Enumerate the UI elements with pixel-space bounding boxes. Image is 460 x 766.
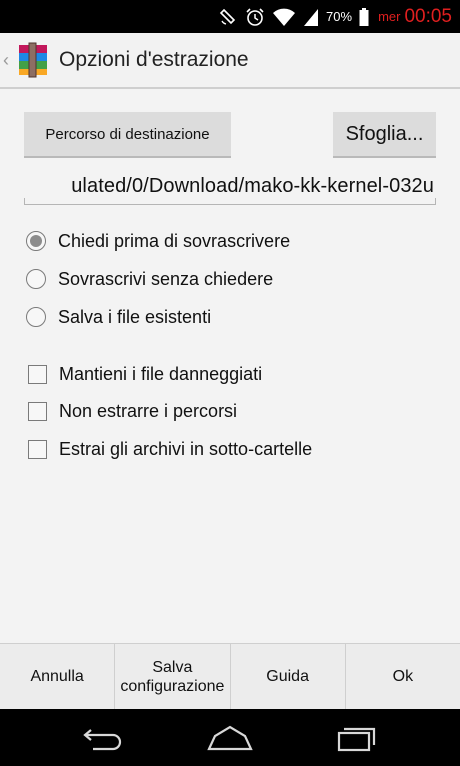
status-day: mer xyxy=(378,9,401,24)
radio-label: Chiedi prima di sovrascrivere xyxy=(58,230,291,251)
ok-button[interactable]: Ok xyxy=(346,644,460,709)
field-underline-left xyxy=(24,198,25,204)
destination-path-input[interactable]: ulated/0/Download/mako-kk-kernel-032u xyxy=(24,173,436,205)
status-time: 00:05 xyxy=(404,5,452,27)
help-button[interactable]: Guida xyxy=(231,644,346,709)
save-configuration-line1: Salva xyxy=(152,658,193,676)
winrar-archive-icon[interactable] xyxy=(13,41,51,79)
checkbox[interactable] xyxy=(28,364,47,384)
field-underline-right xyxy=(435,198,436,204)
checkbox-do-not-extract-paths[interactable]: Non estrarre i percorsi xyxy=(26,397,237,425)
cancel-button[interactable]: Annulla xyxy=(0,644,116,709)
battery-percent: 70% xyxy=(326,9,353,24)
save-configuration-label: Salva configurazione xyxy=(120,658,224,696)
radio-label: Sovrascrivi senza chiedere xyxy=(58,268,274,289)
back-icon[interactable] xyxy=(73,718,133,758)
up-caret-icon[interactable]: ‹ xyxy=(3,50,13,71)
checkbox-keep-broken-files[interactable]: Mantieni i file danneggiati xyxy=(26,360,262,388)
checkbox[interactable] xyxy=(28,401,47,421)
home-icon[interactable] xyxy=(200,718,260,758)
checkbox-label: Mantieni i file danneggiati xyxy=(59,363,263,384)
action-bar: ‹ Opzioni d'estrazione xyxy=(0,33,460,89)
radio-button[interactable] xyxy=(26,231,46,251)
radio-label: Salva i file esistenti xyxy=(58,306,212,327)
checkbox-label: Estrai gli archivi in sotto-cartelle xyxy=(59,438,313,459)
page-title: Opzioni d'estrazione xyxy=(59,48,249,71)
alarm-icon xyxy=(245,6,265,28)
recent-apps-icon[interactable] xyxy=(327,718,387,758)
destination-path-button[interactable]: Percorso di destinazione xyxy=(24,112,231,158)
radio-button[interactable] xyxy=(26,269,46,289)
radio-overwrite-without-asking[interactable]: Sovrascrivi senza chiedere xyxy=(26,265,273,293)
signal-icon xyxy=(303,6,319,28)
radio-keep-existing-files[interactable]: Salva i file esistenti xyxy=(26,303,211,331)
destination-path-value: ulated/0/Download/mako-kk-kernel-032u xyxy=(71,175,434,197)
battery-icon xyxy=(359,6,369,28)
browse-button[interactable]: Sfoglia... xyxy=(333,112,436,158)
radio-selected-dot xyxy=(30,235,42,247)
save-configuration-button[interactable]: Salva configurazione xyxy=(115,644,231,709)
wifi-icon xyxy=(272,6,296,28)
checkbox[interactable] xyxy=(28,439,47,459)
radio-button[interactable] xyxy=(26,307,46,327)
navigation-bar xyxy=(0,709,460,766)
bottom-button-bar: Annulla Salva configurazione Guida Ok xyxy=(0,643,460,709)
rotation-lock-icon xyxy=(218,6,238,28)
extraction-options-panel: Percorso di destinazione Sfoglia... ulat… xyxy=(0,89,460,643)
checkbox-extract-to-subfolders[interactable]: Estrai gli archivi in sotto-cartelle xyxy=(26,435,312,463)
checkbox-label: Non estrarre i percorsi xyxy=(59,400,238,421)
status-bar: 70% mer 00:05 xyxy=(0,0,460,33)
save-configuration-line2: configurazione xyxy=(120,677,225,695)
radio-ask-before-overwrite[interactable]: Chiedi prima di sovrascrivere xyxy=(26,227,290,255)
